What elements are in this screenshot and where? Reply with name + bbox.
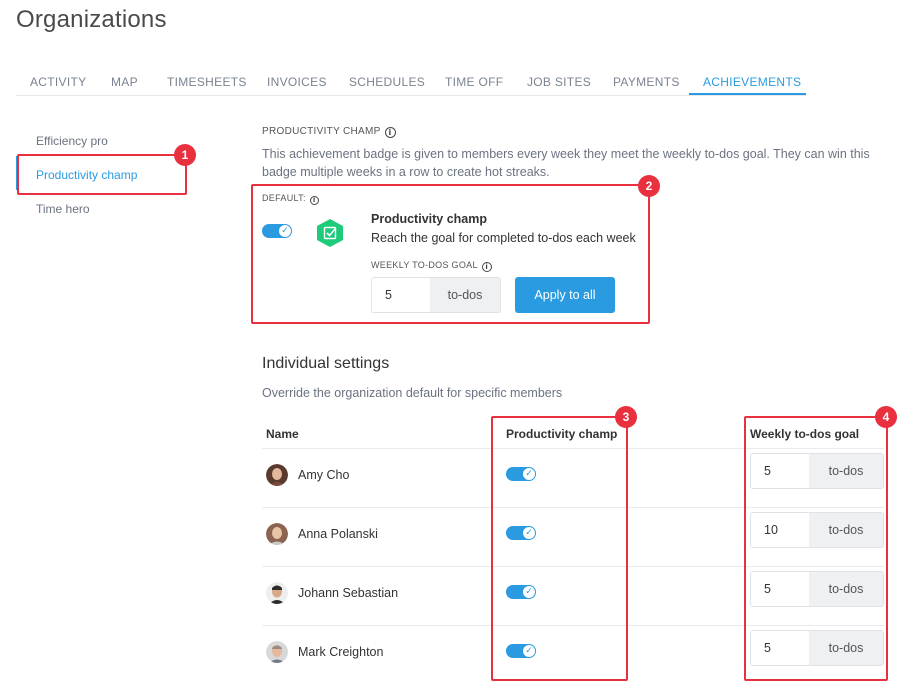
annotation-badge-1: 1 [174,144,196,166]
annotation-box-2 [251,184,650,324]
avatar [266,464,288,486]
tab-job-sites[interactable]: JOB SITES [527,75,591,89]
section-label-text: PRODUCTIVITY CHAMP [262,126,381,137]
achievement-description: This achievement badge is given to membe… [262,147,870,179]
tab-time-off[interactable]: TIME OFF [445,75,503,89]
individual-settings-subtitle: Override the organization default for sp… [262,386,563,400]
section-label: PRODUCTIVITY CHAMP i [262,126,396,138]
tab-invoices[interactable]: INVOICES [267,75,327,89]
avatar [266,582,288,604]
page-title: Organizations [16,6,167,33]
tab-timesheets[interactable]: TIMESHEETS [167,75,247,89]
active-tab-indicator [689,93,806,95]
sidebar-item-time-hero[interactable]: Time hero [36,202,90,216]
member-name: Mark Creighton [298,645,384,659]
member-name: Johann Sebastian [298,586,399,600]
avatar [266,641,288,663]
member-name: Amy Cho [298,468,350,482]
individual-settings-title: Individual settings [262,355,390,372]
annotation-badge-4: 4 [875,406,897,428]
annotation-box-1 [17,154,187,195]
tab-achievements[interactable]: ACHIEVEMENTS [703,75,801,89]
tab-activity[interactable]: ACTIVITY [30,75,86,89]
annotation-badge-2: 2 [638,175,660,197]
tab-schedules[interactable]: SCHEDULES [349,75,425,89]
tab-map[interactable]: MAP [111,75,138,89]
tab-bar: ACTIVITY MAP TIMESHEETS INVOICES SCHEDUL… [16,66,806,96]
column-header-name: Name [266,427,299,441]
annotation-box-4 [744,416,888,681]
annotation-box-3 [491,416,628,681]
annotation-badge-3: 3 [615,406,637,428]
avatar [266,523,288,545]
sidebar-item-efficiency-pro[interactable]: Efficiency pro [36,134,108,148]
tab-payments[interactable]: PAYMENTS [613,75,680,89]
member-name: Anna Polanski [298,527,378,541]
info-icon[interactable]: i [384,127,396,138]
